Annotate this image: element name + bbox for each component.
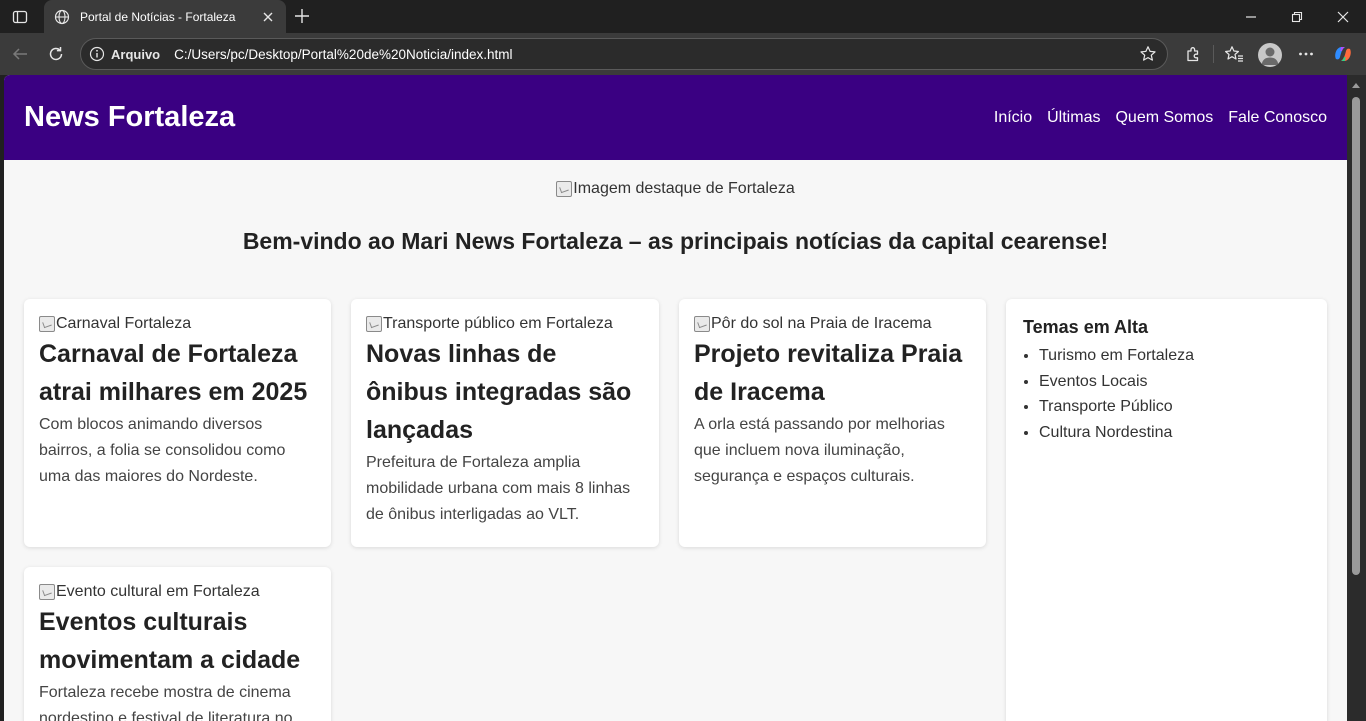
card-image-alt: Pôr do sol na Praia de Iracema xyxy=(711,315,932,332)
card-image: Carnaval Fortaleza xyxy=(39,315,316,333)
site-title: News Fortaleza xyxy=(24,101,236,133)
card-image: Pôr do sol na Praia de Iracema xyxy=(694,315,971,333)
hero-image-alt: Imagem destaque de Fortaleza xyxy=(573,180,795,197)
favorite-star-icon[interactable] xyxy=(1139,45,1157,63)
reload-icon[interactable] xyxy=(44,42,68,66)
scroll-up-icon[interactable] xyxy=(1352,83,1360,88)
card-image-alt: Carnaval Fortaleza xyxy=(56,315,192,332)
address-scheme: Arquivo xyxy=(111,46,161,62)
nav-link-fale-conosco[interactable]: Fale Conosco xyxy=(1228,109,1327,127)
card-image-alt: Transporte público em Fortaleza xyxy=(383,315,613,332)
page-viewport: News Fortaleza Início Últimas Quem Somos… xyxy=(4,75,1347,721)
hero-image: Imagem destaque de Fortaleza xyxy=(556,180,795,198)
trending-list: Turismo em Fortaleza Eventos Locais Tran… xyxy=(1023,343,1310,446)
browser-toolbar: Arquivo C:/Users/pc/Desktop/Portal%20de%… xyxy=(0,33,1366,75)
broken-image-icon xyxy=(39,584,55,600)
card-image-alt: Evento cultural em Fortaleza xyxy=(56,583,260,600)
more-options-icon[interactable] xyxy=(1294,42,1318,66)
broken-image-icon xyxy=(366,316,382,332)
site-header: News Fortaleza Início Últimas Quem Somos… xyxy=(4,75,1347,160)
restore-icon[interactable] xyxy=(1274,0,1320,33)
favorites-icon[interactable] xyxy=(1222,42,1246,66)
card-title[interactable]: Projeto revitaliza Praia de Iracema xyxy=(694,335,971,411)
tab-actions-icon[interactable] xyxy=(8,6,32,28)
nav-link-quem-somos[interactable]: Quem Somos xyxy=(1115,109,1213,127)
trending-sidebar: Temas em Alta Turismo em Fortaleza Event… xyxy=(1006,299,1327,721)
new-tab-icon[interactable] xyxy=(292,6,312,26)
profile-avatar[interactable] xyxy=(1258,43,1282,67)
minimize-icon[interactable] xyxy=(1228,0,1274,33)
card-image: Evento cultural em Fortaleza xyxy=(39,583,316,601)
broken-image-icon xyxy=(39,316,55,332)
card-title[interactable]: Novas linhas de ônibus integradas são la… xyxy=(366,335,644,449)
close-window-icon[interactable] xyxy=(1320,0,1366,33)
trending-item: Eventos Locais xyxy=(1039,369,1310,395)
browser-tab[interactable]: Portal de Notícias - Fortaleza xyxy=(44,0,286,33)
close-tab-icon[interactable] xyxy=(260,9,276,25)
broken-image-icon xyxy=(694,316,710,332)
card-text: Fortaleza recebe mostra de cinema nordes… xyxy=(39,684,293,721)
main-nav: Início Últimas Quem Somos Fale Conosco xyxy=(994,109,1327,127)
card-image: Transporte público em Fortaleza xyxy=(366,315,644,333)
card-title[interactable]: Carnaval de Fortaleza atrai milhares em … xyxy=(39,335,316,411)
page-scrollbar[interactable] xyxy=(1347,75,1366,721)
news-card[interactable]: Carnaval Fortaleza Carnaval de Fortaleza… xyxy=(24,299,331,547)
news-card[interactable]: Pôr do sol na Praia de Iracema Projeto r… xyxy=(679,299,986,547)
nav-link-inicio[interactable]: Início xyxy=(994,109,1032,127)
nav-link-ultimas[interactable]: Últimas xyxy=(1047,109,1100,127)
extensions-icon[interactable] xyxy=(1181,42,1205,66)
trending-item: Cultura Nordestina xyxy=(1039,420,1310,446)
news-card[interactable]: Evento cultural em Fortaleza Eventos cul… xyxy=(24,567,331,721)
card-text: Prefeitura de Fortaleza amplia mobilidad… xyxy=(366,454,631,523)
address-url[interactable]: C:/Users/pc/Desktop/Portal%20de%20Notici… xyxy=(174,47,1139,62)
news-card[interactable]: Transporte público em Fortaleza Novas li… xyxy=(351,299,659,547)
hero-section: Imagem destaque de Fortaleza Bem-vindo a… xyxy=(4,160,1347,255)
trending-item: Transporte Público xyxy=(1039,394,1310,420)
copilot-icon[interactable] xyxy=(1331,42,1355,66)
address-bar[interactable]: Arquivo C:/Users/pc/Desktop/Portal%20de%… xyxy=(80,38,1168,70)
back-arrow-icon[interactable] xyxy=(8,42,32,66)
tab-strip: Portal de Notícias - Fortaleza xyxy=(0,0,1366,33)
welcome-heading: Bem-vindo ao Mari News Fortaleza – as pr… xyxy=(242,228,1109,254)
sidebar-title: Temas em Alta xyxy=(1023,317,1149,337)
scrollbar-thumb[interactable] xyxy=(1352,97,1360,575)
trending-item: Turismo em Fortaleza xyxy=(1039,343,1310,369)
card-text: A orla está passando por melhorias que i… xyxy=(694,416,945,485)
info-icon[interactable] xyxy=(89,46,105,62)
card-text: Com blocos animando diversos bairros, a … xyxy=(39,416,286,485)
broken-image-icon xyxy=(556,181,573,197)
globe-icon xyxy=(54,9,70,25)
tab-title: Portal de Notícias - Fortaleza xyxy=(80,9,236,24)
card-title[interactable]: Eventos culturais movimentam a cidade xyxy=(39,603,316,679)
toolbar-divider xyxy=(1213,45,1214,63)
